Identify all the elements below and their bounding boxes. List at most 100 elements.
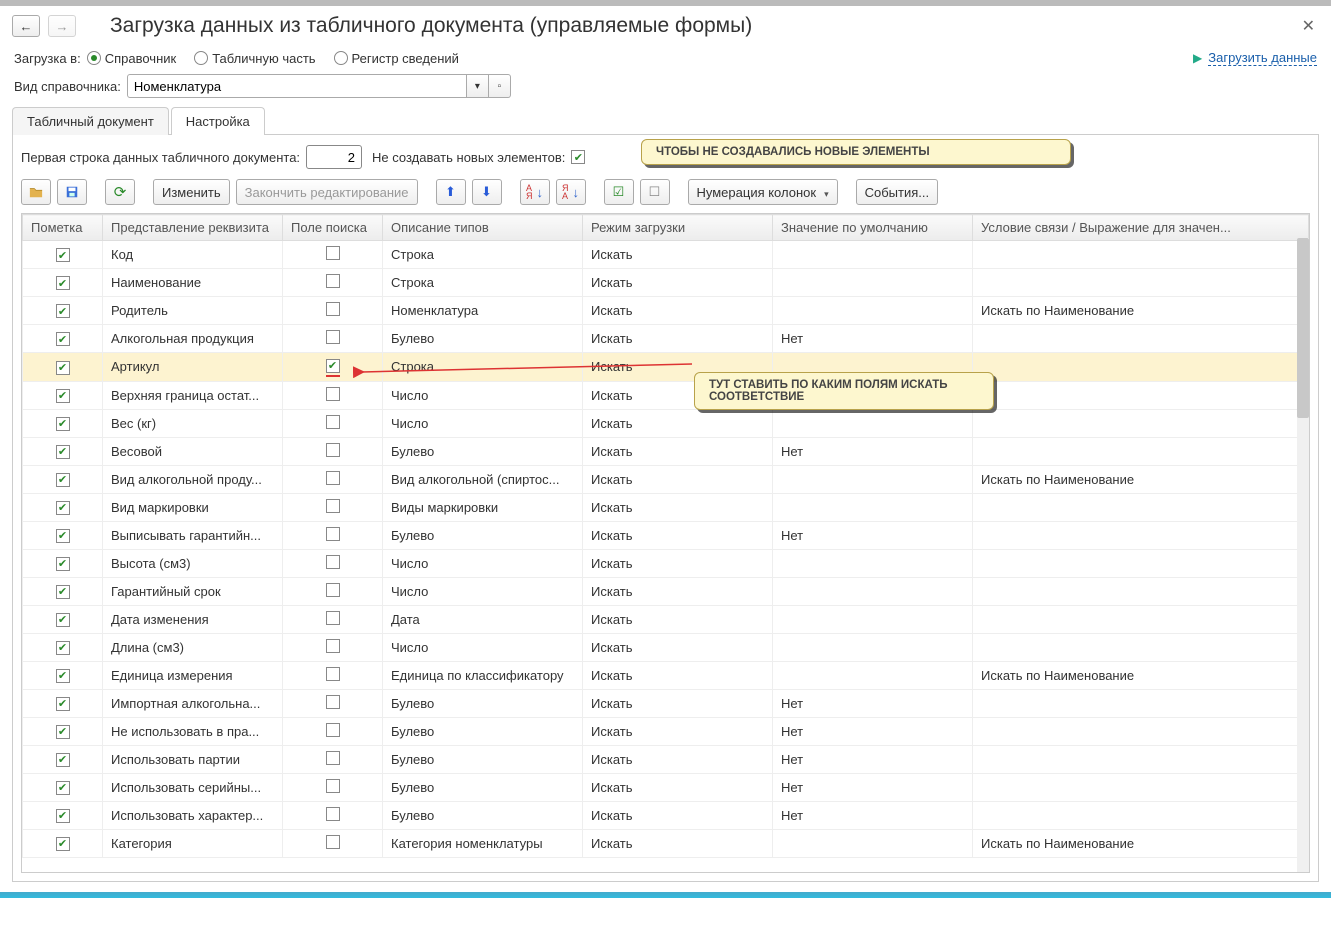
- table-row[interactable]: Дата измененияДатаИскать: [23, 605, 1309, 633]
- radio-register[interactable]: [334, 51, 348, 65]
- search-checkbox[interactable]: [326, 499, 340, 513]
- move-down-button[interactable]: ⬇: [472, 179, 502, 205]
- edit-button[interactable]: Изменить: [153, 179, 230, 205]
- mark-checkbox[interactable]: [56, 585, 70, 599]
- check-all-button[interactable]: ☑: [604, 179, 634, 205]
- table-row[interactable]: Верхняя граница остат...ЧислоИскать: [23, 381, 1309, 409]
- radio-tabular-label[interactable]: Табличную часть: [212, 51, 315, 66]
- table-row[interactable]: Высота (см3)ЧислоИскать: [23, 549, 1309, 577]
- table-row[interactable]: Длина (см3)ЧислоИскать: [23, 633, 1309, 661]
- nav-back-button[interactable]: ←: [12, 15, 40, 37]
- search-checkbox[interactable]: [326, 555, 340, 569]
- search-checkbox[interactable]: [326, 302, 340, 316]
- close-icon[interactable]: ✕: [1302, 16, 1315, 36]
- table-row[interactable]: Использовать партииБулевоИскатьНет: [23, 745, 1309, 773]
- ref-type-dropdown-button[interactable]: ▾: [467, 74, 489, 98]
- table-row[interactable]: Вес (кг)ЧислоИскать: [23, 409, 1309, 437]
- load-data-link[interactable]: ▶ Загрузить данные: [1193, 50, 1317, 66]
- col-cond[interactable]: Условие связи / Выражение для значен...: [973, 215, 1309, 241]
- events-button[interactable]: События...: [856, 179, 939, 205]
- table-row[interactable]: Алкогольная продукцияБулевоИскатьНет: [23, 325, 1309, 353]
- table-row[interactable]: Вид алкогольной проду...Вид алкогольной …: [23, 465, 1309, 493]
- uncheck-all-button[interactable]: ☐: [640, 179, 670, 205]
- open-file-button[interactable]: [21, 179, 51, 205]
- search-checkbox[interactable]: [326, 387, 340, 401]
- table-row[interactable]: Использовать серийны...БулевоИскатьНет: [23, 773, 1309, 801]
- mark-checkbox[interactable]: [56, 669, 70, 683]
- mark-checkbox[interactable]: [56, 417, 70, 431]
- mark-checkbox[interactable]: [56, 248, 70, 262]
- mark-checkbox[interactable]: [56, 613, 70, 627]
- mark-checkbox[interactable]: [56, 753, 70, 767]
- radio-spravochnik-label[interactable]: Справочник: [105, 51, 177, 66]
- mark-checkbox[interactable]: [56, 641, 70, 655]
- table-row[interactable]: Не использовать в пра...БулевоИскатьНет: [23, 717, 1309, 745]
- radio-spravochnik[interactable]: [87, 51, 101, 65]
- search-checkbox[interactable]: [326, 695, 340, 709]
- search-checkbox[interactable]: [326, 359, 340, 373]
- search-checkbox[interactable]: [326, 246, 340, 260]
- table-row[interactable]: КатегорияКатегория номенклатурыИскатьИск…: [23, 829, 1309, 857]
- search-checkbox[interactable]: [326, 807, 340, 821]
- mark-checkbox[interactable]: [56, 473, 70, 487]
- table-row[interactable]: РодительНоменклатураИскатьИскать по Наим…: [23, 297, 1309, 325]
- table-row[interactable]: Гарантийный срокЧислоИскать: [23, 577, 1309, 605]
- col-repr[interactable]: Представление реквизита: [103, 215, 283, 241]
- mark-checkbox[interactable]: [56, 781, 70, 795]
- table-row[interactable]: Единица измеренияЕдиница по классификато…: [23, 661, 1309, 689]
- mark-checkbox[interactable]: [56, 361, 70, 375]
- search-checkbox[interactable]: [326, 274, 340, 288]
- search-checkbox[interactable]: [326, 443, 340, 457]
- tab-tabular-document[interactable]: Табличный документ: [12, 107, 169, 135]
- search-checkbox[interactable]: [326, 639, 340, 653]
- search-checkbox[interactable]: [326, 583, 340, 597]
- mark-checkbox[interactable]: [56, 837, 70, 851]
- radio-register-label[interactable]: Регистр сведений: [352, 51, 459, 66]
- mark-checkbox[interactable]: [56, 445, 70, 459]
- first-row-input[interactable]: [306, 145, 362, 169]
- save-button[interactable]: [57, 179, 87, 205]
- col-type[interactable]: Описание типов: [383, 215, 583, 241]
- search-checkbox[interactable]: [326, 415, 340, 429]
- col-default[interactable]: Значение по умолчанию: [773, 215, 973, 241]
- table-row[interactable]: Использовать характер...БулевоИскатьНет: [23, 801, 1309, 829]
- search-checkbox[interactable]: [326, 667, 340, 681]
- sort-desc-button[interactable]: ЯА↓: [556, 179, 586, 205]
- col-mode[interactable]: Режим загрузки: [583, 215, 773, 241]
- move-up-button[interactable]: ⬆: [436, 179, 466, 205]
- table-row[interactable]: НаименованиеСтрокаИскать: [23, 269, 1309, 297]
- table-row[interactable]: Импортная алкогольна...БулевоИскатьНет: [23, 689, 1309, 717]
- search-checkbox[interactable]: [326, 835, 340, 849]
- search-checkbox[interactable]: [326, 611, 340, 625]
- table-row[interactable]: Вид маркировкиВиды маркировкиИскать: [23, 493, 1309, 521]
- no-create-checkbox[interactable]: [571, 150, 585, 164]
- search-checkbox[interactable]: [326, 751, 340, 765]
- column-numbering-button[interactable]: Нумерация колонок: [688, 179, 838, 205]
- radio-tabular[interactable]: [194, 51, 208, 65]
- search-checkbox[interactable]: [326, 723, 340, 737]
- search-checkbox[interactable]: [326, 330, 340, 344]
- finish-edit-button[interactable]: Закончить редактирование: [236, 179, 418, 205]
- search-checkbox[interactable]: [326, 527, 340, 541]
- mark-checkbox[interactable]: [56, 389, 70, 403]
- ref-type-input[interactable]: [127, 74, 467, 98]
- mark-checkbox[interactable]: [56, 557, 70, 571]
- table-row[interactable]: КодСтрокаИскать: [23, 241, 1309, 269]
- mark-checkbox[interactable]: [56, 276, 70, 290]
- mark-checkbox[interactable]: [56, 332, 70, 346]
- ref-type-open-button[interactable]: ▫: [489, 74, 511, 98]
- mark-checkbox[interactable]: [56, 697, 70, 711]
- search-checkbox[interactable]: [326, 779, 340, 793]
- tab-settings[interactable]: Настройка: [171, 107, 265, 135]
- mark-checkbox[interactable]: [56, 529, 70, 543]
- table-row[interactable]: АртикулСтрокаИскать: [23, 353, 1309, 382]
- refresh-button[interactable]: ⟳: [105, 179, 135, 205]
- mark-checkbox[interactable]: [56, 304, 70, 318]
- table-row[interactable]: Выписывать гарантийн...БулевоИскатьНет: [23, 521, 1309, 549]
- scrollbar[interactable]: [1297, 238, 1309, 872]
- mark-checkbox[interactable]: [56, 809, 70, 823]
- mark-checkbox[interactable]: [56, 725, 70, 739]
- search-checkbox[interactable]: [326, 471, 340, 485]
- mark-checkbox[interactable]: [56, 501, 70, 515]
- col-search[interactable]: Поле поиска: [283, 215, 383, 241]
